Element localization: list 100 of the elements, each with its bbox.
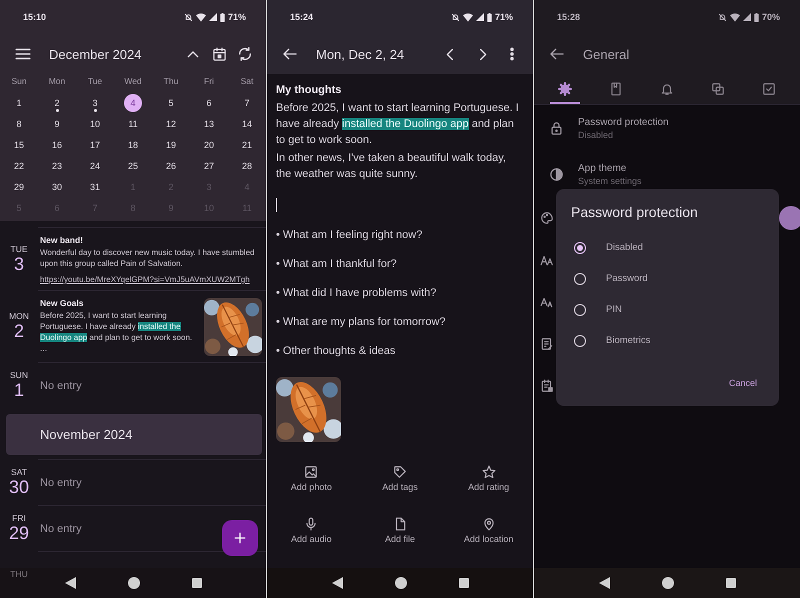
day-number: 1: [14, 380, 24, 400]
calendar-day[interactable]: 23: [48, 156, 66, 174]
calendar-day[interactable]: 21: [238, 136, 256, 154]
calendar-day[interactable]: 11: [124, 114, 142, 132]
calendar-day[interactable]: 20: [200, 136, 218, 154]
calendar-day[interactable]: 30: [48, 178, 66, 196]
calendar-day[interactable]: 12: [162, 114, 180, 132]
calendar-day[interactable]: 27: [200, 156, 218, 174]
gear-icon: [558, 82, 572, 96]
entry-date-title: Mon, Dec 2, 24: [316, 46, 406, 62]
calendar-day[interactable]: 4: [124, 94, 142, 112]
calendar-day[interactable]: 2: [48, 94, 66, 112]
home-icon[interactable]: [128, 577, 140, 589]
calendar-day[interactable]: 26: [162, 156, 180, 174]
calendar-day[interactable]: 9: [48, 114, 66, 132]
sync-icon: [237, 46, 253, 62]
action-button[interactable]: Add tags: [356, 452, 444, 504]
weekday-label: THU: [10, 569, 28, 579]
setting-value: System settings: [578, 176, 642, 186]
radio-button[interactable]: [574, 304, 586, 316]
font-icon: [540, 295, 554, 309]
entry-text: Wonderful day to discover new music today. I have stumbled upon this group called Pain of Salvation.: [40, 247, 256, 269]
calendar-day[interactable]: 25: [124, 156, 142, 174]
wifi-icon: [730, 12, 740, 22]
calendar-day[interactable]: 28: [238, 156, 256, 174]
action-button[interactable]: Add photo: [267, 452, 356, 504]
home-icon[interactable]: [662, 577, 674, 589]
entry-link[interactable]: https://youtu.be/MreXYqelGPM?si=VmJ5uAVmXUW2MTgh: [40, 275, 262, 284]
location-pin-icon: [482, 516, 496, 530]
wifi-icon: [196, 12, 206, 22]
recents-icon[interactable]: [458, 578, 468, 588]
prompt-text: • What am I thankful for?: [276, 258, 398, 270]
radio-button[interactable]: [574, 272, 586, 284]
back-icon[interactable]: [64, 577, 76, 589]
radio-option[interactable]: Disabled: [571, 232, 767, 263]
action-button[interactable]: Add file: [356, 504, 444, 556]
calendar-day[interactable]: 18: [124, 136, 142, 154]
back-icon[interactable]: [332, 577, 342, 589]
home-icon[interactable]: [394, 577, 406, 589]
action-button[interactable]: Add rating: [444, 452, 533, 504]
action-button[interactable]: Add location: [444, 504, 533, 556]
calendar-icon: [212, 46, 226, 62]
prompt-text: • What am I feeling right now?: [276, 229, 424, 241]
calendar-day[interactable]: 15: [10, 136, 28, 154]
day-number: 3: [14, 254, 24, 274]
palette-icon: [540, 211, 554, 225]
text-size-icon: [540, 253, 554, 267]
battery-icon: [754, 12, 759, 22]
switch-thumb[interactable]: [779, 206, 800, 230]
battery-icon: [220, 12, 225, 22]
weekday-label: Sat: [240, 75, 254, 88]
cancel-button[interactable]: Cancel: [718, 370, 767, 396]
calendar-day[interactable]: 29: [10, 178, 28, 196]
day-number: 29: [8, 523, 30, 543]
calendar-day[interactable]: 1: [10, 94, 28, 112]
back-arrow-icon: [282, 46, 298, 62]
add-entry-button[interactable]: [222, 520, 258, 556]
setting-value: Disabled: [578, 130, 614, 140]
recents-icon[interactable]: [726, 578, 736, 588]
plus-icon: [232, 530, 248, 546]
radio-button[interactable]: [574, 242, 586, 254]
setting-title[interactable]: Password protection: [578, 116, 669, 128]
calendar-day[interactable]: 14: [238, 114, 256, 132]
calendar-day[interactable]: 10: [86, 114, 104, 132]
calendar-day[interactable]: 8: [10, 114, 28, 132]
radio-button[interactable]: [574, 334, 586, 346]
prompt-text: • What did I have problems with?: [276, 287, 438, 299]
entry-title: New band!: [40, 235, 84, 245]
dialog-title: Password protection: [571, 204, 699, 220]
calendar-day[interactable]: 24: [86, 156, 104, 174]
radio-option[interactable]: Password: [571, 263, 767, 294]
entry-ellipsis: ...: [40, 343, 48, 353]
weekday-label: MON: [9, 311, 29, 321]
weekday-label: Wed: [123, 75, 143, 88]
calendar-day[interactable]: 17: [86, 136, 104, 154]
settings-title: General: [583, 46, 630, 62]
setting-title[interactable]: App theme: [578, 162, 642, 174]
microphone-icon: [304, 516, 318, 530]
mute-icon: [450, 12, 460, 22]
calendar-day[interactable]: 16: [48, 136, 66, 154]
weekday-label: SUN: [10, 370, 28, 380]
calendar-day[interactable]: 19: [162, 136, 180, 154]
calendar-day[interactable]: 22: [10, 156, 28, 174]
calendar-day[interactable]: 13: [200, 114, 218, 132]
signal-icon: [476, 13, 484, 21]
back-icon[interactable]: [598, 577, 610, 589]
calendar-day[interactable]: 31: [86, 178, 104, 196]
month-title: December 2024: [49, 46, 142, 62]
calendar-day[interactable]: 7: [238, 94, 256, 112]
calendar-day[interactable]: 6: [200, 94, 218, 112]
calendar-day[interactable]: 5: [162, 94, 180, 112]
recents-icon[interactable]: [192, 578, 202, 588]
calendar-day[interactable]: 3: [86, 94, 104, 112]
status-time: 15:10: [23, 12, 46, 22]
radio-option[interactable]: PIN: [571, 294, 767, 325]
lock-icon: [548, 120, 564, 136]
action-button[interactable]: Add audio: [267, 504, 356, 556]
checkbox-icon: [762, 82, 776, 96]
weekday-label: SAT: [11, 467, 27, 477]
radio-option[interactable]: Biometrics: [571, 325, 767, 356]
